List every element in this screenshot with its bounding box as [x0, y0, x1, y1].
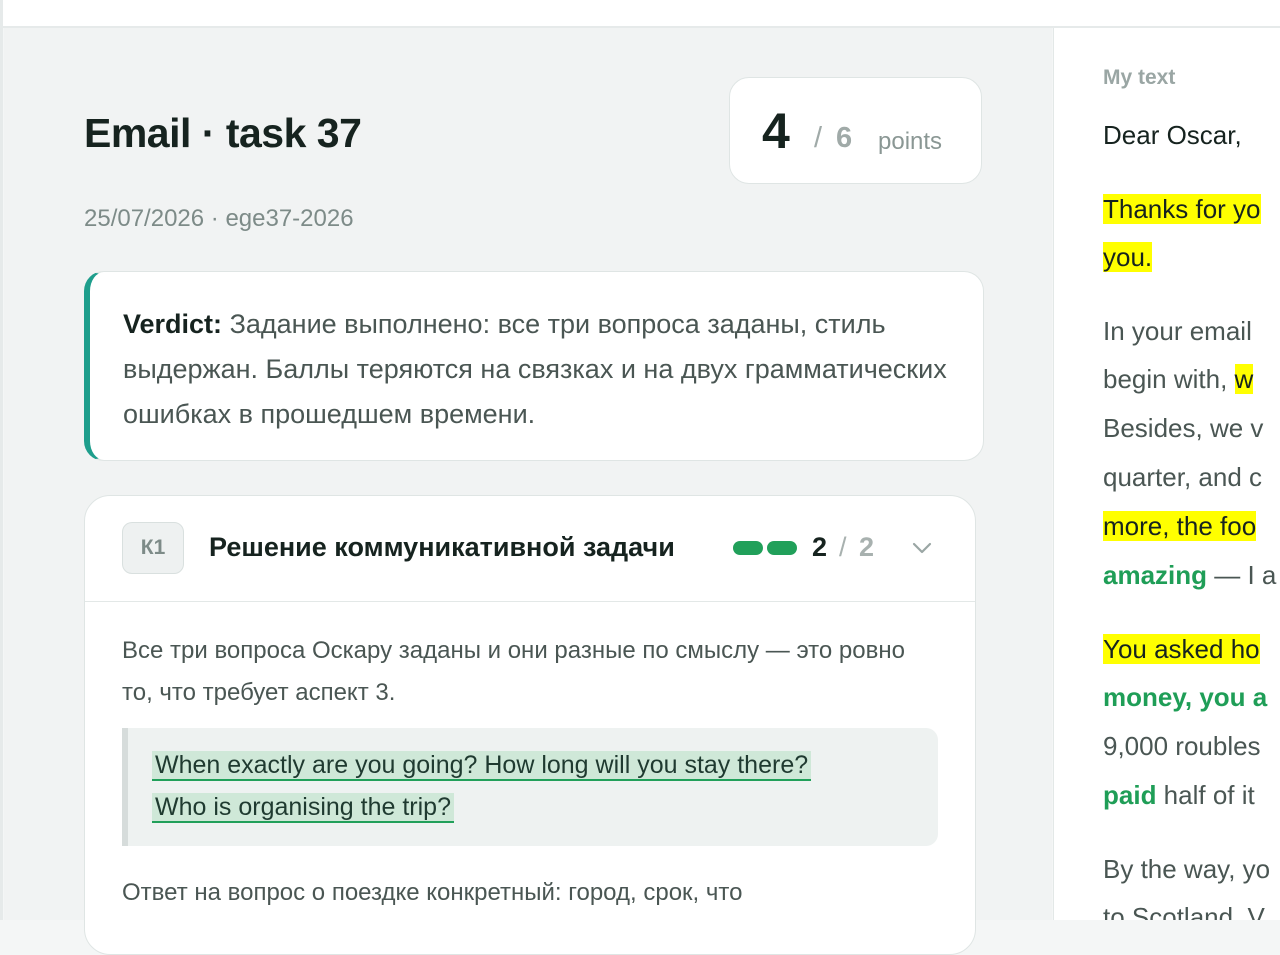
criterion-score-separator: / — [839, 532, 847, 562]
my-text-line: 9,000 roubles — [1103, 731, 1261, 761]
my-text-line: You asked ho — [1103, 634, 1260, 665]
highlighted-fragment[interactable]: Thanks for yo — [1103, 194, 1261, 224]
chevron-down-icon[interactable] — [911, 537, 933, 559]
my-text-line: In your email — [1103, 316, 1252, 346]
my-text-line: By the way, yo — [1103, 854, 1271, 884]
corrected-fragment[interactable]: money, you a — [1103, 682, 1267, 712]
highlighted-fragment[interactable]: you. — [1103, 242, 1153, 272]
my-text-panel: My text Dear Oscar, Thanks for yo you. I… — [1053, 28, 1280, 920]
quote-highlight[interactable]: When exactly are you going? How long wil… — [152, 751, 812, 823]
corrected-fragment[interactable]: paid — [1103, 780, 1156, 810]
my-text-line: money, you a — [1103, 682, 1267, 713]
score-pill-1 — [733, 541, 763, 555]
verdict-label: Verdict: — [123, 309, 223, 339]
score-value: 4 — [762, 103, 790, 159]
criterion-score: 2 — [812, 532, 828, 562]
criterion-card-k1: К1 Решение коммуникативной задачи 2 / 2 … — [84, 495, 976, 955]
my-text-greeting: Dear Oscar, — [1103, 120, 1242, 150]
score-unit: points — [878, 128, 943, 155]
score-pill-2 — [767, 541, 797, 555]
page-title: Email · task 37 — [84, 110, 362, 156]
score-card: 4 / 6 points — [729, 77, 982, 184]
my-text-line: Thanks for yo — [1103, 194, 1261, 225]
highlighted-fragment[interactable]: more, the foo — [1103, 511, 1257, 541]
score-separator: / — [814, 122, 823, 154]
verdict-card: Verdict: Задание выполнено: все три вопр… — [84, 271, 984, 461]
criterion-header[interactable]: К1 Решение коммуникативной задачи 2 / 2 — [85, 496, 975, 602]
my-text-line: amazing — I a — [1103, 560, 1276, 591]
highlighted-fragment[interactable]: w — [1234, 364, 1254, 394]
corrected-fragment[interactable]: amazing — [1103, 560, 1207, 590]
criterion-score-max: 2 — [859, 532, 875, 562]
my-text-line: you. — [1103, 242, 1153, 273]
my-text-line: Besides, we v — [1103, 413, 1264, 443]
criterion-comment-2: Ответ на вопрос о поездке конкретный: го… — [122, 879, 743, 906]
my-text-line: to Scotland. V — [1103, 902, 1265, 920]
left-edge — [0, 0, 3, 920]
line-text: half of it — [1156, 780, 1255, 810]
score-max: 6 — [836, 122, 853, 154]
top-bar — [0, 0, 1280, 28]
my-text-line: quarter, and c — [1103, 462, 1262, 492]
verdict-text: Задание выполнено: все три вопроса задан… — [123, 309, 947, 429]
my-text-line: begin with, w — [1103, 364, 1254, 395]
criterion-comment: Все три вопроса Оскару заданы и они разн… — [122, 637, 905, 706]
my-text-line: paid half of it — [1103, 780, 1255, 811]
criterion-code-badge: К1 — [122, 522, 184, 574]
line-text: — I a — [1207, 560, 1277, 590]
criterion-quote: When exactly are you going? How long wil… — [122, 728, 938, 846]
criterion-title: Решение коммуникативной задачи — [209, 532, 675, 562]
my-text-label: My text — [1103, 66, 1176, 89]
my-text-line: more, the foo — [1103, 511, 1257, 542]
page-meta: 25/07/2026 · ege37-2026 — [84, 205, 354, 232]
highlighted-fragment[interactable]: You asked ho — [1103, 634, 1260, 664]
line-text: begin with, — [1103, 364, 1235, 394]
